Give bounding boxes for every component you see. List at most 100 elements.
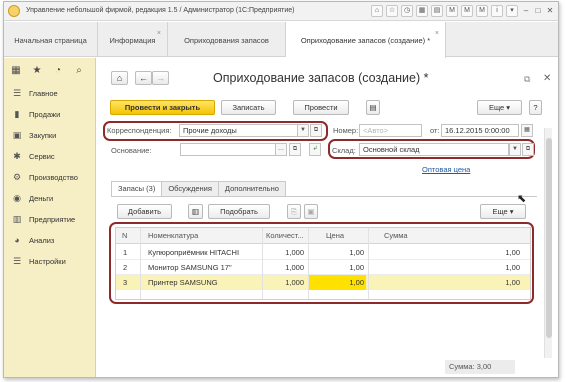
calendar-icon[interactable]: ▤ [431,5,443,17]
copy-icon[interactable]: ⎘ [287,204,301,219]
add-row-button[interactable]: Добавить [117,204,172,219]
window-title: Управление небольшой фирмой, редакция 1.… [26,7,295,14]
col-sum[interactable]: Сумма [384,228,444,244]
title-toolbar: ⌂ ☆ ◷ ▦ ▤ M M M i ▾ [371,5,518,17]
basis-field[interactable] [180,143,287,156]
col-n[interactable]: N [122,228,134,244]
table-row-selected[interactable]: 3 Принтер SAMSUNG 1,000 1,00 1,00 [116,275,530,290]
cell-n: 3 [123,278,128,287]
table-row[interactable]: 1 Купюроприёмник HITACHI 1,000 1,00 1,00 [116,245,530,260]
favorites-star-icon[interactable]: ★ [31,65,43,77]
title-bar: Управление небольшой фирмой, редакция 1.… [4,2,558,21]
save-button[interactable]: Записать [221,100,276,115]
tab-close-icon[interactable]: × [157,30,161,37]
home-button[interactable]: ⌂ [111,71,128,85]
sidebar-item-sales[interactable]: ▮ Продажи [12,107,61,121]
form-scrollbar[interactable] [544,128,552,358]
post-and-close-button[interactable]: Провести и закрыть [110,100,215,115]
date-field[interactable]: 16.12.2015 0:00:00 [441,124,519,137]
sidebar-item-production[interactable]: ⚙ Производство [12,170,78,184]
chevron-down-icon[interactable]: ▼ [297,124,309,137]
sidebar-item-settings[interactable]: ☰ Настройки [12,254,66,268]
warehouse-label: Склад: [332,146,356,155]
pick-button[interactable]: Подобрать [208,204,270,219]
barcode-icon[interactable]: ▥ [188,204,203,219]
window-controls: – □ ✕ [521,5,555,17]
back-button[interactable]: ← [135,71,152,85]
home-icon[interactable]: ⌂ [371,5,383,17]
cell-item: Купюроприёмник HITACHI [148,248,240,257]
cell-price[interactable]: 1,00 [320,275,364,290]
memory-m-icon[interactable]: M [446,5,458,17]
help-button[interactable]: ? [529,100,542,115]
memory-mminus-icon[interactable]: M [476,5,488,17]
sidebar-item-service[interactable]: ✱ Сервис [12,149,54,163]
star-icon[interactable]: ☆ [386,5,398,17]
tab-info[interactable]: Информация × [98,22,168,57]
paste-icon[interactable]: ▣ [304,204,318,219]
app-logo-icon [8,5,20,17]
calendar-icon[interactable]: ▦ [521,124,533,137]
link-icon[interactable]: ⧉ [524,74,530,85]
price-type-link[interactable]: Оптовая цена [422,165,470,174]
sidebar-tools: ▦ ★ ◔ ⌕ [10,65,85,77]
menu-icon[interactable]: ▾ [506,5,518,17]
sidebar-item-main[interactable]: ☰ Главное [12,86,58,100]
tab-discussions[interactable]: Обсуждения [161,181,219,196]
open-link-icon[interactable]: ⧉ [310,124,322,137]
cell-n: 1 [123,248,128,257]
more-actions-button[interactable]: Еще ▾ [477,100,522,115]
history-icon[interactable]: ◔ [52,65,64,77]
sidebar-item-label: Анализ [29,235,55,245]
tab-receipts-list[interactable]: Оприходования запасов [168,22,286,57]
tab-receipt-create[interactable]: Оприходование запасов (создание) * × [286,22,446,58]
table-row[interactable]: 2 Монитор SAMSUNG 17" 1,000 1,00 1,00 [116,260,530,275]
sidebar-item-label: Настройки [29,256,66,266]
table-header: N Номенклатура Количест... Цена Сумма [116,228,530,244]
maximize-icon[interactable]: □ [533,5,543,17]
minimize-icon[interactable]: – [521,5,531,17]
history-icon[interactable]: ◷ [401,5,413,17]
sidebar-item-money[interactable]: ◉ Деньги [12,191,53,205]
chevron-down-icon[interactable]: ▼ [509,143,521,156]
open-link-icon[interactable]: ⧉ [289,143,301,156]
tab-home[interactable]: Начальная страница [4,22,98,57]
memory-mplus-icon[interactable]: M [461,5,473,17]
page-title: Оприходование запасов (создание) * [213,71,429,85]
correspondence-field[interactable]: Прочие доходы [179,124,309,137]
sidebar-item-purchases[interactable]: ▣ Закупки [12,128,57,142]
info-icon[interactable]: i [491,5,503,17]
col-price[interactable]: Цена [326,228,366,244]
stock-table: N Номенклатура Количест... Цена Сумма 1 … [115,227,531,300]
table-more-button[interactable]: Еще ▾ [480,204,526,219]
service-icon: ✱ [13,151,21,161]
col-item[interactable]: Номенклатура [148,228,258,244]
cell-sum: 1,00 [505,248,520,257]
tab-stock[interactable]: Запасы (3) [111,181,163,197]
basis-label: Основание: [111,146,152,155]
calc-icon[interactable]: ▦ [416,5,428,17]
fill-basis-icon[interactable]: ↲ [309,143,321,156]
close-window-icon[interactable]: ✕ [545,5,555,17]
col-divider [140,228,141,299]
scrollbar-thumb[interactable] [546,138,552,338]
grid-icon[interactable]: ▦ [10,65,22,77]
post-button[interactable]: Провести [293,100,349,115]
sidebar-item-analysis[interactable]: ◕ Анализ [12,233,54,247]
sidebar-item-enterprise[interactable]: ▥ Предприятие [12,212,76,226]
search-icon[interactable]: ⌕ [73,65,85,77]
select-icon[interactable]: … [275,143,287,156]
print-icon[interactable]: ▤ [366,100,380,115]
tab-additional[interactable]: Дополнительно [217,181,286,196]
production-icon: ⚙ [12,172,22,182]
close-form-icon[interactable]: ✕ [543,73,551,84]
warehouse-field[interactable]: Основной склад [359,143,509,156]
sales-icon: ▮ [14,109,20,119]
open-link-icon[interactable]: ⧉ [522,143,534,156]
cell-sum: 1,00 [505,263,520,272]
forward-button[interactable]: → [152,71,169,85]
number-field[interactable]: <Авто> [359,124,422,137]
sidebar-item-label: Продажи [29,109,61,119]
col-qty[interactable]: Количест... [266,228,306,244]
tab-close-icon[interactable]: × [435,30,439,37]
